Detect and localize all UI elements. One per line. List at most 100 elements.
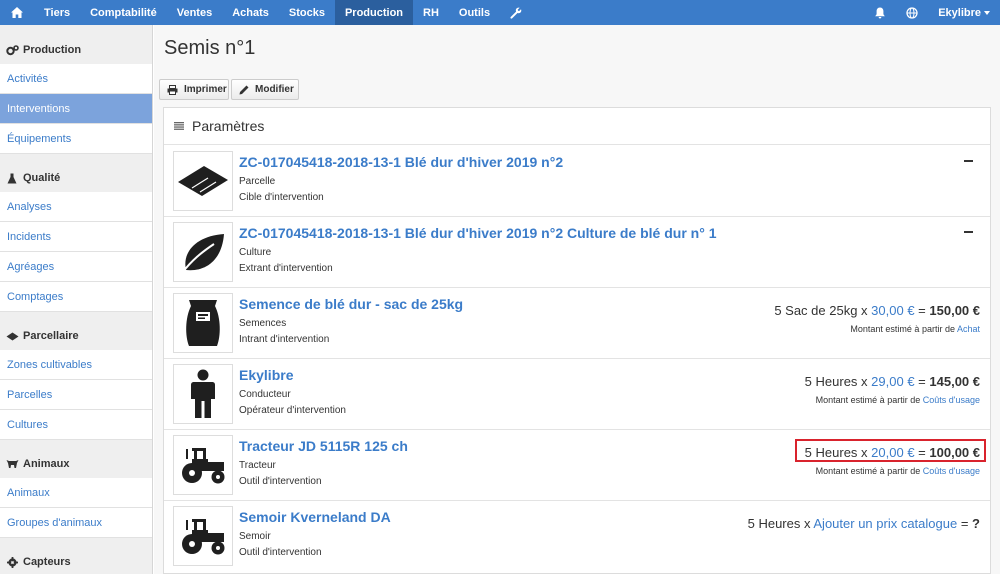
flask-icon	[5, 172, 19, 184]
nav-item-achats[interactable]: Achats	[222, 0, 279, 25]
unit-price-link[interactable]: 20,00 €	[871, 445, 914, 460]
estimate-source-link[interactable]: Coûts d'usage	[923, 395, 980, 405]
estimate-note: Montant estimé à partir de Coûts d'usage	[816, 395, 980, 405]
sidebar-item-parcelles[interactable]: Parcelles	[0, 380, 152, 410]
list-item: Ekylibre Conducteur Opérateur d'interven…	[164, 359, 990, 430]
sidebar-section-production: Production	[0, 36, 152, 64]
sidebar-item-agreages[interactable]: Agréages	[0, 252, 152, 282]
sidebar-section-label: Parcellaire	[23, 330, 79, 342]
estimate-note: Montant estimé à partir de Coûts d'usage	[816, 466, 980, 476]
edit-button-label: Modifier	[255, 84, 294, 95]
item-title[interactable]: ZC-017045418-2018-13-1 Blé dur d'hiver 2…	[239, 154, 563, 170]
sidebar-section-label: Qualité	[23, 172, 61, 184]
cost-calculation: 5 Heures x 29,00 € = 145,00 €	[805, 374, 980, 389]
item-title[interactable]: Semoir Kverneland DA	[239, 509, 391, 525]
sidebar-item-incidents[interactable]: Incidents	[0, 222, 152, 252]
sidebar-section-label: Capteurs	[23, 556, 71, 568]
estimate-prefix: Montant estimé à partir de	[850, 324, 955, 334]
item-role: Outil d'intervention	[239, 476, 322, 487]
list-item: Semence de blé dur - sac de 25kg Semence…	[164, 288, 990, 359]
item-title[interactable]: ZC-017045418-2018-13-1 Blé dur d'hiver 2…	[239, 225, 717, 241]
sidebar-section-animaux: Animaux	[0, 450, 152, 478]
cost-calculation: 5 Heures x 20,00 € = 100,00 €	[805, 445, 980, 460]
user-name: Ekylibre	[938, 6, 981, 19]
estimate-prefix: Montant estimé à partir de	[815, 395, 921, 405]
add-catalog-price-link[interactable]: Ajouter un prix catalogue	[813, 516, 957, 531]
bell-icon[interactable]	[864, 0, 896, 25]
globe-icon[interactable]	[896, 0, 928, 25]
nav-item-tiers[interactable]: Tiers	[34, 0, 80, 25]
nav-item-comptabilite[interactable]: Comptabilité	[80, 0, 167, 25]
pencil-icon	[239, 85, 249, 95]
nav-item-rh[interactable]: RH	[413, 0, 449, 25]
sidebar-section-parcellaire: Parcellaire	[0, 322, 152, 350]
gears-icon	[5, 44, 19, 56]
sidebar-section-label: Animaux	[23, 458, 70, 470]
item-title[interactable]: Semence de blé dur - sac de 25kg	[239, 296, 463, 312]
print-button[interactable]: Imprimer	[159, 79, 229, 100]
leaf-icon	[173, 222, 233, 282]
item-type: Tracteur	[239, 460, 276, 471]
item-type: Parcelle	[239, 176, 276, 187]
sidebar-item-groupes-animaux[interactable]: Groupes d'animaux	[0, 508, 152, 538]
sidebar-item-analyses[interactable]: Analyses	[0, 192, 152, 222]
unit-price-link[interactable]: 30,00 €	[871, 303, 914, 318]
sidebar-item-zones-cultivables[interactable]: Zones cultivables	[0, 350, 152, 380]
item-role: Extrant d'intervention	[239, 263, 333, 274]
user-menu[interactable]: Ekylibre	[928, 0, 1000, 25]
list-icon	[174, 117, 184, 135]
sidebar-item-animaux[interactable]: Animaux	[0, 478, 152, 508]
cost-quantity: 5 Heures x	[747, 516, 811, 531]
sidebar-item-cultures[interactable]: Cultures	[0, 410, 152, 440]
item-title[interactable]: Tracteur JD 5115R 125 ch	[239, 438, 408, 454]
panel-header: Paramètres	[164, 108, 990, 145]
home-icon[interactable]	[0, 0, 34, 25]
estimate-source-link[interactable]: Achat	[957, 324, 980, 334]
cost-equals: =	[918, 374, 926, 389]
seed-bag-icon	[173, 293, 233, 353]
panel-title: Paramètres	[192, 118, 265, 134]
sidebar-section-capteurs: Capteurs	[0, 548, 152, 574]
nav-item-stocks[interactable]: Stocks	[279, 0, 335, 25]
cost-equals: =	[918, 303, 926, 318]
printer-icon	[167, 84, 178, 95]
item-type: Conducteur	[239, 389, 291, 400]
sidebar-item-comptages[interactable]: Comptages	[0, 282, 152, 312]
chevron-down-icon	[984, 10, 990, 15]
unit-price-link[interactable]: 29,00 €	[871, 374, 914, 389]
estimate-note: Montant estimé à partir de Achat	[850, 324, 980, 334]
sidebar-item-equipements[interactable]: Équipements	[0, 124, 152, 154]
item-role: Opérateur d'intervention	[239, 405, 346, 416]
main-content: Semis n°1 Imprimer Modifier Paramètres Z…	[154, 25, 1000, 574]
cost-calculation: 5 Sac de 25kg x 30,00 € = 150,00 €	[774, 303, 980, 318]
gear-icon	[5, 556, 19, 568]
sidebar-section-qualite: Qualité	[0, 164, 152, 192]
sidebar-item-interventions[interactable]: Interventions	[0, 94, 152, 124]
edit-button[interactable]: Modifier	[231, 79, 299, 100]
nav-item-production[interactable]: Production	[334, 0, 414, 25]
print-button-label: Imprimer	[184, 84, 227, 95]
wrench-icon[interactable]	[500, 0, 532, 25]
cost-total: 150,00 €	[929, 303, 980, 318]
item-title[interactable]: Ekylibre	[239, 367, 293, 383]
estimate-prefix: Montant estimé à partir de	[815, 466, 921, 476]
cost-quantity: 5 Heures x	[804, 374, 868, 389]
cost-quantity: 5 Sac de 25kg x	[774, 303, 868, 318]
collapse-icon[interactable]	[964, 160, 973, 162]
sidebar-section-label: Production	[23, 44, 82, 56]
cost-calculation: 5 Heures x Ajouter un prix catalogue = ?	[748, 516, 980, 531]
navbar-spacer	[532, 0, 864, 25]
cost-total: ?	[972, 516, 980, 531]
parcel-icon	[173, 151, 233, 211]
estimate-source-link[interactable]: Coûts d'usage	[923, 466, 980, 476]
sidebar-item-activites[interactable]: Activités	[0, 64, 152, 94]
nav-item-ventes[interactable]: Ventes	[167, 0, 222, 25]
list-item: ZC-017045418-2018-13-1 Blé dur d'hiver 2…	[164, 217, 990, 288]
collapse-icon[interactable]	[964, 231, 973, 233]
item-role: Cible d'intervention	[239, 192, 324, 203]
list-item: Tracteur JD 5115R 125 ch Tracteur Outil …	[164, 430, 990, 501]
nav-item-outils[interactable]: Outils	[449, 0, 500, 25]
item-type: Semences	[239, 318, 287, 329]
item-role: Outil d'intervention	[239, 547, 322, 558]
item-role: Intrant d'intervention	[239, 334, 330, 345]
